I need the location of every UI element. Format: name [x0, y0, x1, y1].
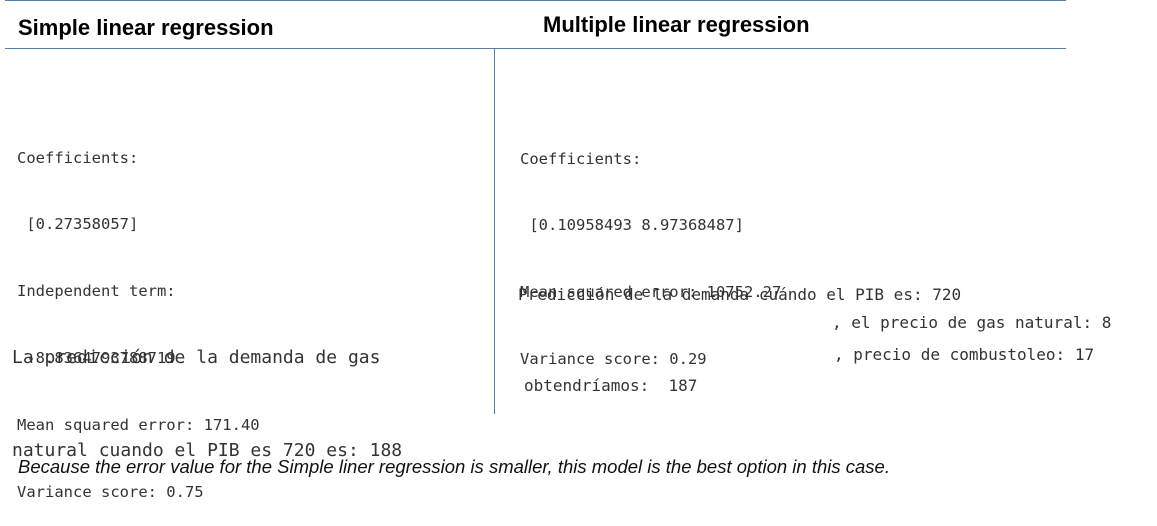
header-divider — [5, 48, 1066, 49]
simple-prediction-line1: La predicción de la demanda de gas — [12, 347, 381, 368]
multiple-prediction-line1: Predicción de la demanda cuándo el PIB e… — [518, 285, 962, 304]
multiple-prediction-result: obtendríamos: 187 — [524, 376, 698, 395]
top-divider — [5, 0, 1066, 1]
multiple-results: Coefficients: [0.10958493 8.97368487] Me… — [520, 103, 781, 393]
multiple-coef-label: Coefficients: — [520, 149, 642, 168]
multiple-prediction-line3: , precio de combustoleo: 17 — [834, 345, 1095, 364]
conclusion-text: Because the error value for the Simple l… — [18, 456, 890, 477]
multiple-prediction-line2: , el precio de gas natural: 8 — [832, 313, 1112, 332]
column-divider — [494, 49, 495, 414]
multiple-regression-title: Multiple linear regression — [543, 12, 810, 37]
simple-coef-label: Coefficients: — [17, 148, 139, 167]
multiple-variance: Variance score: 0.29 — [520, 350, 707, 369]
simple-coef-value: [0.27358057] — [17, 215, 139, 234]
multiple-coef-value: [0.10958493 8.97368487] — [520, 216, 744, 235]
simple-regression-title: Simple linear regression — [18, 15, 274, 40]
